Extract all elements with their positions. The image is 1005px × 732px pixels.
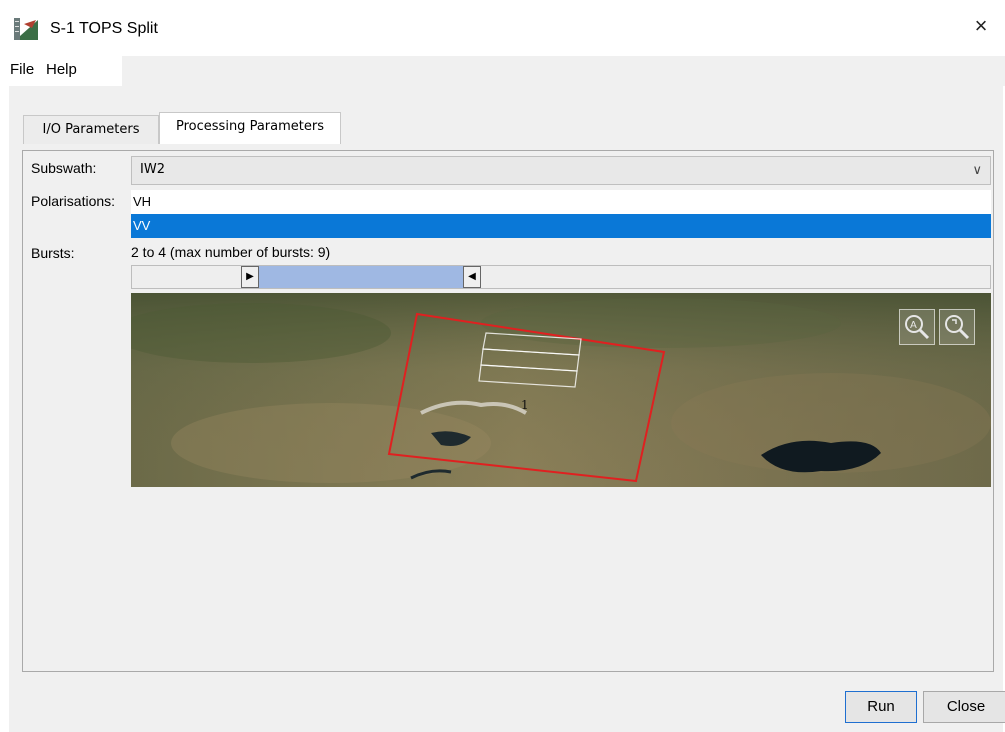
polarisation-item-vh[interactable]: VH xyxy=(131,190,991,214)
tab-processing-parameters[interactable]: Processing Parameters xyxy=(159,112,341,144)
slider-selected-range xyxy=(257,266,465,288)
processing-panel: Subswath: IW2 ∨ Polarisations: VH VV Bur… xyxy=(22,150,994,672)
close-button[interactable]: Close xyxy=(923,691,1005,723)
zoom-all-icon[interactable]: A xyxy=(899,309,935,345)
subswath-value: IW2 xyxy=(140,162,165,177)
menu-help[interactable]: Help xyxy=(46,61,77,78)
satellite-map: 1 xyxy=(131,293,991,487)
subswath-select[interactable]: IW2 ∨ xyxy=(131,156,991,185)
title-bar: S-1 TOPS Split × xyxy=(0,0,1005,56)
window-close-icon[interactable]: × xyxy=(971,15,991,37)
polarisations-label: Polarisations: xyxy=(31,193,116,209)
window-title: S-1 TOPS Split xyxy=(50,20,158,37)
bursts-label: Bursts: xyxy=(31,245,75,261)
app-icon xyxy=(14,18,38,40)
subswath-label: Subswath: xyxy=(31,160,97,176)
world-map-view[interactable]: 1 A xyxy=(131,293,991,487)
slider-left-handle[interactable]: ▶ xyxy=(241,266,259,288)
run-button[interactable]: Run xyxy=(845,691,917,723)
zoom-to-selection-icon[interactable] xyxy=(939,309,975,345)
bursts-range-slider[interactable]: ▶ ◀ xyxy=(131,265,991,289)
svg-text:A: A xyxy=(910,320,917,331)
bursts-range-text: 2 to 4 (max number of bursts: 9) xyxy=(131,244,331,260)
tab-io-parameters[interactable]: I/O Parameters xyxy=(23,115,159,144)
menu-group: File Help xyxy=(0,56,122,86)
polarisations-list: VH VV xyxy=(131,190,991,238)
chevron-down-icon: ∨ xyxy=(972,162,982,177)
menu-bar: File Help xyxy=(0,56,1005,86)
polarisation-item-vv[interactable]: VV xyxy=(131,214,991,238)
menu-file[interactable]: File xyxy=(10,61,34,78)
slider-right-handle[interactable]: ◀ xyxy=(463,266,481,288)
burst-number-label: 1 xyxy=(521,398,529,412)
